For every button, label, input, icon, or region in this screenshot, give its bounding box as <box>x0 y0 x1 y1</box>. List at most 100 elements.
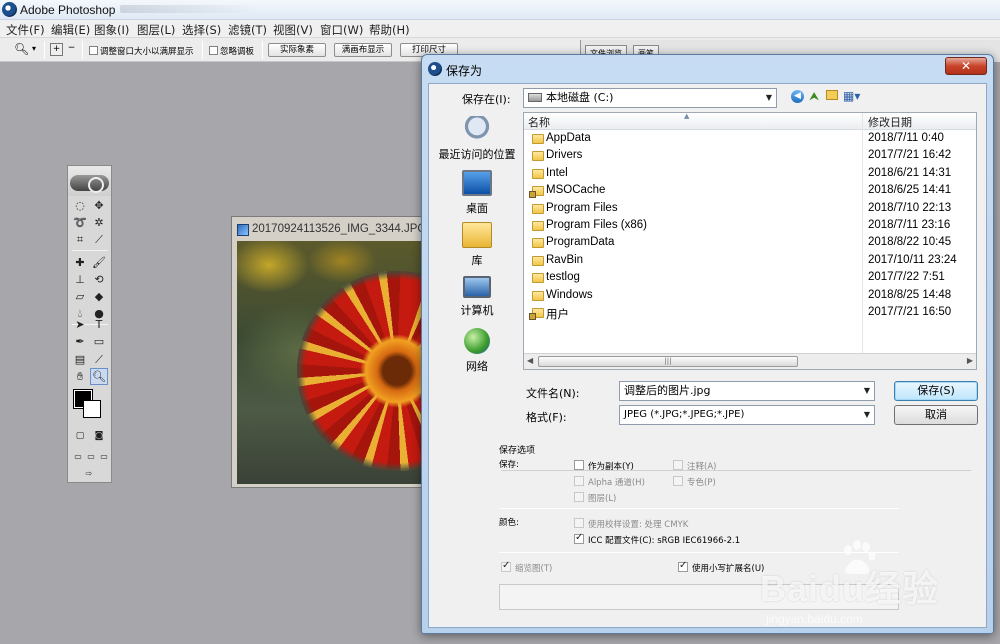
zoom-tool-icon[interactable]: 🔍︎ <box>14 42 29 56</box>
cancel-button[interactable]: 取消 <box>894 405 978 425</box>
image-canvas[interactable] <box>237 241 427 484</box>
document-window[interactable]: 20170924113526_IMG_3344.JPG <box>231 216 427 488</box>
table-row[interactable]: Drivers 2017/7/21 16:42 <box>524 148 976 165</box>
up-folder-icon[interactable]: ⮝ <box>809 89 819 104</box>
menu-layer[interactable]: 图层(L) <box>137 22 175 38</box>
column-header-modified[interactable]: 修改日期 <box>868 114 912 130</box>
layers-checkbox[interactable] <box>574 492 584 502</box>
menu-file[interactable]: 文件(F) <box>6 22 45 38</box>
shape-tool-icon[interactable]: ▭ <box>90 333 108 350</box>
place-desktop[interactable]: 桌面 <box>437 170 517 216</box>
format-dropdown[interactable]: JPEG (*.JPG;*.JPEG;*.JPE) ▼ <box>619 405 875 425</box>
menu-view[interactable]: 视图(V) <box>273 22 313 38</box>
actual-pixels-button[interactable]: 实际象素 <box>268 43 326 57</box>
table-row[interactable]: Intel 2018/6/21 14:31 <box>524 166 976 183</box>
place-libraries-label: 库 <box>471 254 483 267</box>
zoom-tool-icon[interactable]: 🔍︎ <box>90 368 108 385</box>
icc-profile-checkbox[interactable] <box>574 532 584 544</box>
slice-tool-icon[interactable]: ⟋ <box>90 231 108 248</box>
place-computer[interactable]: 计算机 <box>437 276 517 318</box>
app-title: Adobe Photoshop <box>20 3 116 17</box>
alpha-channels-checkbox[interactable] <box>574 476 584 486</box>
spot-colors-checkbox[interactable] <box>673 476 683 486</box>
type-tool-icon[interactable]: T <box>90 316 108 333</box>
scroll-left-icon[interactable]: ◀ <box>527 356 533 365</box>
annotations-checkbox[interactable] <box>673 460 683 470</box>
magic-wand-tool-icon[interactable]: ✲ <box>90 214 108 231</box>
menu-window[interactable]: 窗口(W) <box>320 22 363 38</box>
photoshop-eye-logo-icon[interactable] <box>70 175 109 193</box>
file-name: 用户 <box>546 309 569 321</box>
ignore-palettes-label: 忽略调板 <box>220 47 255 57</box>
eraser-tool-icon[interactable]: ▱ <box>71 288 89 305</box>
history-brush-icon[interactable]: ⟲ <box>90 271 108 288</box>
scroll-right-icon[interactable]: ▶ <box>967 356 973 365</box>
as-copy-label: 作为副本(Y) <box>588 462 634 472</box>
thumbnail-checkbox[interactable] <box>501 560 511 572</box>
path-selection-icon[interactable]: ➤ <box>71 316 89 333</box>
table-row[interactable]: testlog 2017/7/22 7:51 <box>524 270 976 287</box>
table-row[interactable]: ProgramData 2018/8/22 10:45 <box>524 235 976 252</box>
place-recent[interactable]: 最近访问的位置 <box>437 116 517 162</box>
marquee-tool-icon[interactable]: ◌ <box>71 197 89 214</box>
folder-icon <box>532 151 544 162</box>
horizontal-scrollbar[interactable]: ◀ ||| ▶ <box>524 353 976 369</box>
lasso-tool-icon[interactable]: ➰ <box>71 214 89 231</box>
use-proof-checkbox[interactable] <box>574 518 584 528</box>
recent-places-icon <box>462 116 492 142</box>
close-button[interactable]: ✕ <box>945 57 987 75</box>
zoom-in-icon[interactable]: + <box>50 43 63 56</box>
place-libraries[interactable]: 库 <box>437 222 517 268</box>
move-tool-icon[interactable]: ✥ <box>90 197 108 214</box>
notes-tool-icon[interactable]: ▤ <box>71 351 89 368</box>
new-folder-icon[interactable] <box>826 90 838 100</box>
as-copy-checkbox[interactable] <box>574 460 584 470</box>
file-name: Drivers <box>546 149 583 162</box>
options-separator <box>44 41 45 59</box>
eyedropper-tool-icon[interactable]: ⟋ <box>90 351 108 368</box>
menu-help[interactable]: 帮助(H) <box>369 22 410 38</box>
ignore-palettes-checkbox[interactable] <box>209 46 218 55</box>
brush-tool-icon[interactable]: 🖌︎ <box>90 254 108 271</box>
menu-edit[interactable]: 编辑(E) <box>51 22 90 38</box>
folder-icon <box>532 273 544 284</box>
options-separator <box>82 41 83 59</box>
save-in-dropdown[interactable]: 本地磁盘 (C:) ▼ <box>523 88 777 108</box>
screen-mode-full-icon[interactable]: ▭ <box>95 448 113 465</box>
table-row[interactable]: AppData 2018/7/11 0:40 <box>524 131 976 148</box>
menu-filter[interactable]: 滤镜(T) <box>228 22 267 38</box>
use-proof-label: 使用校样设置: 处理 CMYK <box>588 520 689 530</box>
back-icon[interactable]: ◀ <box>791 90 804 103</box>
menu-select[interactable]: 选择(S) <box>182 22 221 38</box>
fit-screen-button[interactable]: 满画布显示 <box>334 43 392 57</box>
healing-brush-icon[interactable]: ✚ <box>71 254 89 271</box>
clone-stamp-icon[interactable]: ⊥ <box>71 271 89 288</box>
table-row[interactable]: RavBin 2017/10/11 23:24 <box>524 253 976 270</box>
quick-mask-icon[interactable]: ◙ <box>90 428 108 445</box>
resize-window-checkbox[interactable] <box>89 46 98 55</box>
tool-preset-arrow[interactable]: ▾ <box>32 44 36 53</box>
scrollbar-thumb[interactable]: ||| <box>538 356 798 367</box>
table-row[interactable]: MSOCache 2018/6/25 14:41 <box>524 183 976 200</box>
paint-bucket-icon[interactable]: ◆ <box>90 288 108 305</box>
zoom-out-icon[interactable]: − <box>65 43 78 56</box>
standard-mode-icon[interactable]: ▢ <box>71 428 89 445</box>
file-modified-date: 2018/8/22 10:45 <box>868 236 952 249</box>
filename-input[interactable]: 调整后的图片.jpg ▼ <box>619 381 875 401</box>
menu-image[interactable]: 图象(I) <box>94 22 129 38</box>
save-button[interactable]: 保存(S) <box>894 381 978 401</box>
view-menu-icon[interactable]: ▦▾ <box>843 89 860 103</box>
file-list[interactable]: 名称 ▲ 修改日期 AppData 2018/7/11 0:40 Drivers 20… <box>523 112 977 370</box>
pen-tool-icon[interactable]: ✒︎ <box>71 333 89 350</box>
lowercase-extension-checkbox[interactable] <box>678 560 688 572</box>
table-row[interactable]: Program Files (x86) 2018/7/11 23:16 <box>524 218 976 235</box>
table-row[interactable]: 用户 2017/7/21 16:50 <box>524 305 976 322</box>
table-row[interactable]: Program Files 2018/7/10 22:13 <box>524 201 976 218</box>
crop-tool-icon[interactable]: ⌗ <box>71 231 89 248</box>
column-header-name[interactable]: 名称 <box>528 114 550 130</box>
background-color-swatch[interactable] <box>83 400 101 418</box>
hand-tool-icon[interactable]: ✋︎ <box>71 368 89 385</box>
table-row[interactable]: Windows 2018/8/25 14:48 <box>524 288 976 305</box>
jump-to-imageready-icon[interactable]: ⇨ <box>80 465 98 482</box>
place-network[interactable]: 网络 <box>437 328 517 374</box>
